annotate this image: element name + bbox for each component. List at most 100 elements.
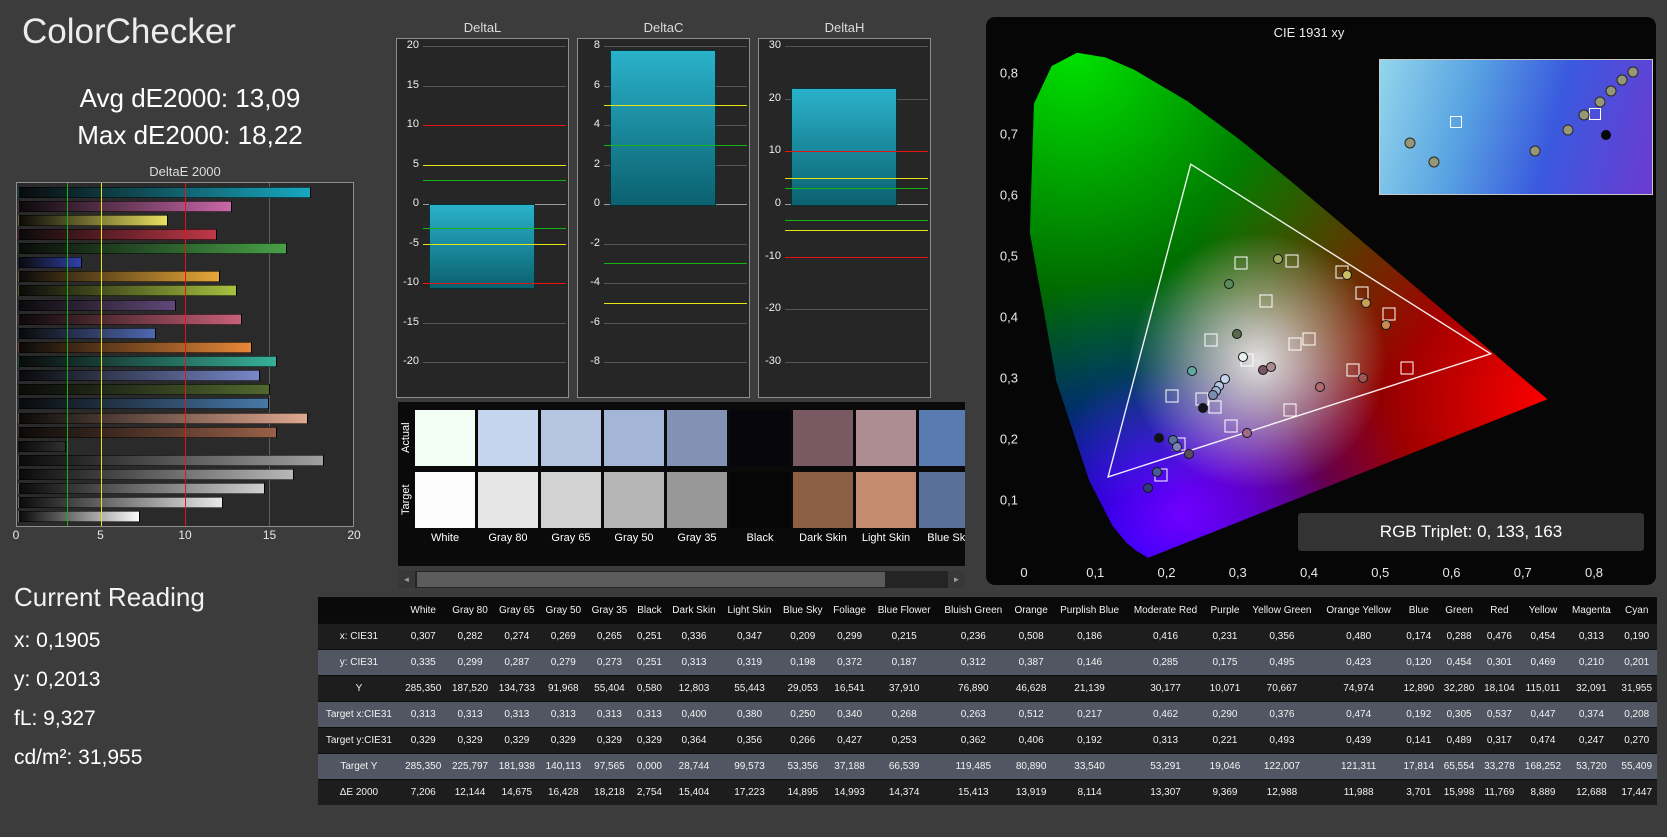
measured-point — [1224, 279, 1235, 290]
actual-swatch — [730, 410, 790, 466]
axis-tick-label: 20 — [768, 91, 781, 104]
axis-tick-label: 0,3 — [999, 370, 1018, 386]
table-cell: 0,317 — [1479, 727, 1520, 754]
table-cell: 0,312 — [937, 649, 1010, 676]
deltae-bar-gray-50 — [18, 469, 295, 481]
column-header: Blue — [1398, 597, 1439, 624]
table-cell: 0,174 — [1398, 623, 1439, 650]
table-cell: 0,489 — [1438, 727, 1480, 754]
actual-row-label: Actual — [400, 422, 412, 454]
table-cell: 0,299 — [446, 649, 494, 676]
row-label: Target x:CIE31 — [318, 701, 400, 728]
column-header: Magenta — [1566, 597, 1617, 624]
table-cell: 0,364 — [666, 727, 722, 754]
table-corner — [318, 597, 400, 624]
table-cell: 11,988 — [1318, 779, 1399, 805]
deltae-bar-dark-skin — [18, 426, 278, 438]
table-cell: 76,890 — [937, 675, 1010, 702]
table-cell: 80,890 — [1009, 753, 1053, 780]
table-cell: 0,201 — [1616, 649, 1657, 676]
column-header: Gray 50 — [540, 597, 587, 624]
table-cell: 0,266 — [777, 727, 829, 754]
deltae-bar-white — [18, 511, 141, 523]
deltae-bar-orange — [18, 341, 253, 353]
table-cell: 8,114 — [1052, 779, 1127, 805]
swatch-panel: Actual Target White Gray 80 Gray 65 Gray 50… — [398, 402, 965, 566]
target-swatch — [415, 472, 475, 528]
measured-point — [1142, 482, 1153, 493]
swatch-scrollbar[interactable]: ◄ ► — [398, 571, 965, 588]
table-cell: 32,280 — [1438, 675, 1480, 702]
axis-tick-label: 10 — [178, 528, 192, 542]
table-cell: 0,376 — [1245, 701, 1319, 728]
target-point — [1204, 333, 1218, 347]
gridline — [785, 46, 928, 47]
axis-tick-label: -20 — [765, 302, 781, 315]
table-cell: 14,374 — [871, 779, 938, 805]
table-cell: 0,285 — [1126, 649, 1205, 676]
axis-tick-label: 0,4 — [1299, 565, 1319, 580]
table-cell: 21,139 — [1052, 675, 1127, 702]
swatch-column-gray-65: Gray 65 — [541, 410, 601, 548]
column-header: Black — [632, 597, 667, 624]
swatch-label: White — [430, 532, 460, 544]
axis-tick-label: 0,7 — [999, 126, 1018, 142]
deltae-bar-green — [18, 243, 288, 255]
ref-line — [785, 151, 928, 153]
table-row: Y 285,350 187,520 134,733 91,968 55,404 0,580 1… — [318, 675, 1657, 702]
table-cell: 12,144 — [446, 779, 494, 805]
table-cell: 0,329 — [493, 727, 541, 754]
axis-tick-label: 5 — [412, 157, 419, 170]
table-cell: 3,701 — [1398, 779, 1439, 805]
measurement-table: White Gray 80 Gray 65 Gray 50 Gray 35 Black Da… — [318, 597, 1657, 805]
scroll-left-arrow-icon[interactable]: ◄ — [398, 571, 415, 588]
table-cell: 0,319 — [721, 649, 778, 676]
deltae-bar-yellow — [18, 214, 169, 226]
table-cell: 0,268 — [871, 701, 938, 728]
table-row: y: CIE31 0,335 0,299 0,287 0,279 0,273 0,251 0,… — [318, 649, 1657, 676]
table-cell: 0,175 — [1204, 649, 1246, 676]
row-label: x: CIE31 — [318, 623, 400, 650]
inset-circle-point — [1605, 85, 1617, 97]
table-cell: 37,188 — [828, 753, 872, 780]
target-point — [1302, 332, 1316, 346]
inset-circle-point — [1594, 96, 1606, 108]
column-header: Cyan — [1616, 597, 1657, 624]
table-cell: 12,988 — [1245, 779, 1319, 805]
ref-line — [604, 105, 747, 107]
axis-tick-label: 0,5 — [1371, 565, 1390, 580]
table-cell: 0,313 — [666, 649, 722, 676]
ref-line — [785, 188, 928, 190]
column-header: Yellow — [1519, 597, 1567, 624]
deltal-plot: 20 15 10 5 0 -5 -10 -15 -20 — [396, 38, 569, 398]
table-cell: 0,236 — [937, 623, 1010, 650]
table-cell: 181,938 — [493, 753, 541, 780]
table-cell: 15,998 — [1438, 779, 1480, 805]
table-row: Target x:CIE31 0,313 0,313 0,313 0,313 0,313 0… — [318, 701, 1657, 728]
table-cell: 0,469 — [1519, 649, 1567, 676]
target-swatch — [478, 472, 538, 528]
table-cell: 28,744 — [666, 753, 722, 780]
inset-dot-point — [1600, 130, 1611, 141]
axis-tick-label: 0,2 — [1157, 565, 1176, 580]
axis-tick-label: 0,1 — [1086, 565, 1105, 580]
measurement-table-wrap: White Gray 80 Gray 65 Gray 50 Gray 35 Black Da… — [318, 597, 1657, 805]
ref-line — [423, 164, 566, 166]
gridline — [604, 46, 747, 47]
deltae-bar-orange-yellow — [18, 271, 221, 283]
table-cell: 0,537 — [1479, 701, 1520, 728]
scroll-right-arrow-icon[interactable]: ► — [948, 571, 965, 588]
table-cell: 0,356 — [721, 727, 778, 754]
measured-point — [1197, 403, 1208, 413]
table-cell: 0,187 — [871, 649, 938, 676]
table-cell: 0,290 — [1204, 701, 1246, 728]
axis-tick-label: 0,2 — [999, 431, 1018, 447]
table-cell: 0,313 — [446, 701, 494, 728]
table-cell: 99,573 — [721, 753, 778, 780]
column-header: White — [399, 597, 447, 624]
rgb-triplet-readout: RGB Triplet: 0, 133, 163 — [1298, 513, 1644, 551]
table-cell: 0,186 — [1052, 623, 1127, 650]
table-cell: 0,250 — [777, 701, 829, 728]
table-cell: 0,427 — [828, 727, 872, 754]
scrollbar-thumb[interactable] — [417, 572, 885, 587]
